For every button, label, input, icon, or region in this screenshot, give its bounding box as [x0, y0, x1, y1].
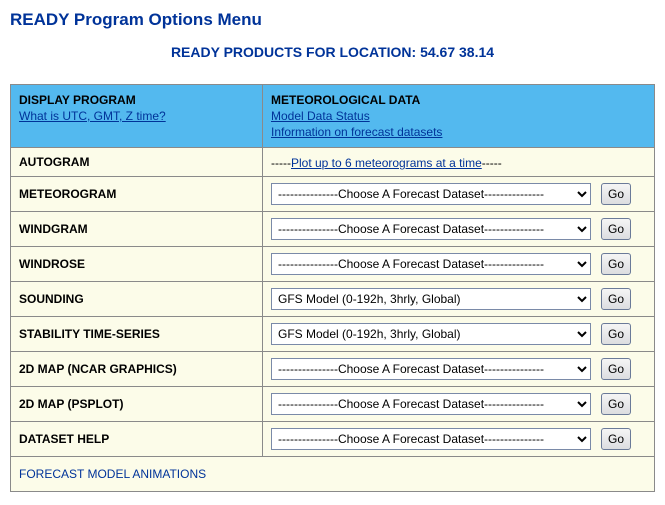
go-button[interactable]: Go [601, 183, 631, 205]
2dmap-ncar-select[interactable]: ---------------Choose A Forecast Dataset… [271, 358, 591, 380]
go-button[interactable]: Go [601, 323, 631, 345]
model-data-status-link[interactable]: Model Data Status [271, 109, 370, 123]
forecast-datasets-info-link[interactable]: Information on forecast datasets [271, 125, 442, 139]
autogram-label: AUTOGRAM [19, 155, 89, 169]
options-table: DISPLAY PROGRAM What is UTC, GMT, Z time… [10, 84, 655, 492]
met-data-header: METEOROLOGICAL DATA [271, 93, 646, 107]
autogram-suffix: ----- [482, 156, 502, 170]
row-label: DATASET HELP [19, 432, 109, 446]
row-label: 2D MAP (PSPLOT) [19, 397, 123, 411]
row-label: WINDGRAM [19, 222, 88, 236]
sounding-select[interactable]: ---------------Choose A Forecast Dataset… [271, 288, 591, 310]
go-button[interactable]: Go [601, 358, 631, 380]
plot-meteorograms-link[interactable]: Plot up to 6 meteorograms at a time [291, 156, 482, 170]
autogram-cell: -----Plot up to 6 meteorograms at a time… [263, 148, 655, 177]
row-label: SOUNDING [19, 292, 84, 306]
row-label: 2D MAP (NCAR GRAPHICS) [19, 362, 177, 376]
forecast-animations-header: FORECAST MODEL ANIMATIONS [11, 457, 655, 492]
meteorogram-select[interactable]: ---------------Choose A Forecast Dataset… [271, 183, 591, 205]
stability-select[interactable]: ---------------Choose A Forecast Dataset… [271, 323, 591, 345]
row-label: STABILITY TIME-SERIES [19, 327, 160, 341]
display-program-header: DISPLAY PROGRAM [19, 93, 254, 107]
2dmap-psplot-select[interactable]: ---------------Choose A Forecast Dataset… [271, 393, 591, 415]
go-button[interactable]: Go [601, 253, 631, 275]
location-subtitle: READY PRODUCTS FOR LOCATION: 54.67 38.14 [10, 44, 655, 60]
windgram-select[interactable]: ---------------Choose A Forecast Dataset… [271, 218, 591, 240]
go-button[interactable]: Go [601, 288, 631, 310]
row-label: WINDROSE [19, 257, 85, 271]
windrose-select[interactable]: ---------------Choose A Forecast Dataset… [271, 253, 591, 275]
dataset-help-select[interactable]: ---------------Choose A Forecast Dataset… [271, 428, 591, 450]
page-title: READY Program Options Menu [10, 10, 655, 30]
row-label: METEOROGRAM [19, 187, 116, 201]
header-right-cell: METEOROLOGICAL DATA Model Data Status In… [263, 85, 655, 148]
header-left-cell: DISPLAY PROGRAM What is UTC, GMT, Z time… [11, 85, 263, 148]
autogram-prefix: ----- [271, 156, 291, 170]
go-button[interactable]: Go [601, 428, 631, 450]
go-button[interactable]: Go [601, 393, 631, 415]
go-button[interactable]: Go [601, 218, 631, 240]
utc-info-link[interactable]: What is UTC, GMT, Z time? [19, 109, 166, 123]
